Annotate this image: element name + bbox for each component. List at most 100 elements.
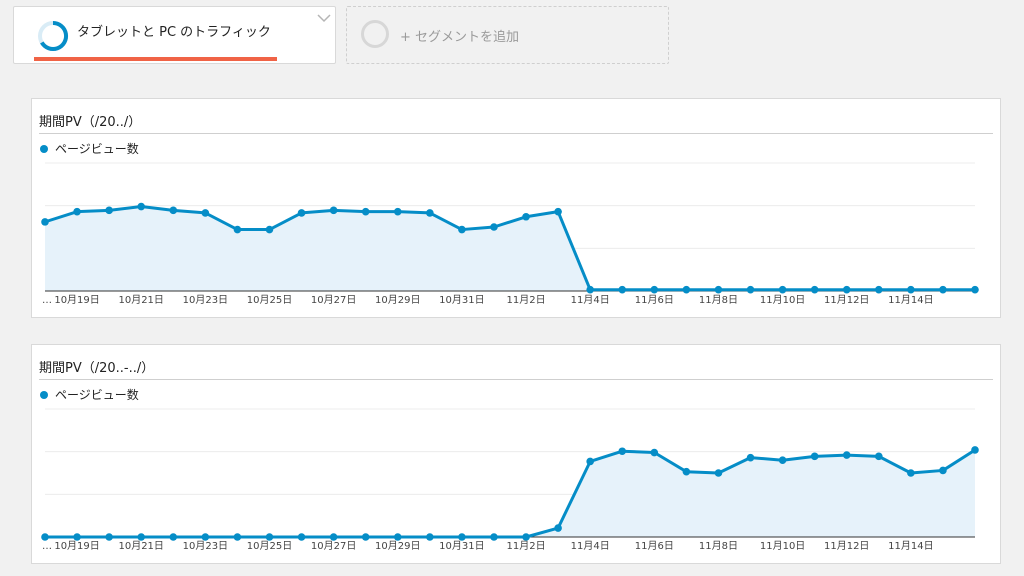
data-point (746, 285, 755, 294)
data-point (233, 225, 242, 234)
data-point (329, 533, 338, 541)
data-point (41, 218, 49, 226)
data-point (778, 456, 787, 464)
x-tick-label: 10月31日 (439, 294, 484, 306)
x-tick-label: 11月4日 (571, 294, 610, 306)
data-point (939, 466, 947, 475)
data-point (682, 467, 691, 476)
x-tick-label: 10月29日 (375, 540, 420, 552)
x-tick-label: 10月25日 (247, 294, 292, 306)
data-point (714, 285, 723, 294)
data-point (426, 209, 434, 217)
data-point (618, 285, 627, 294)
data-point (105, 533, 113, 541)
data-point (361, 533, 370, 541)
x-tick-label: 11月8日 (699, 294, 738, 306)
x-tick-label: 11月4日 (571, 540, 610, 552)
data-point (490, 533, 498, 541)
add-segment-label: + セグメントを追加 (400, 30, 520, 45)
x-tick-label: 11月14日 (888, 540, 933, 552)
pageview-chart-2[interactable]: … 10月19日 10月21日 10月23日 10月25日 10月27日 10月29日 10月… (32, 345, 1000, 563)
x-tick-label: 11月6日 (635, 540, 674, 552)
chart-panel-2: 期間PV（/20..-../） ページビュー数 … 10月19日 10月21日 10月… (31, 344, 1001, 564)
data-point (650, 285, 659, 294)
data-point (393, 533, 402, 541)
data-point (297, 209, 306, 217)
data-point (682, 285, 691, 294)
x-tick-label: 10月27日 (311, 540, 356, 552)
data-point (586, 457, 594, 466)
data-point (971, 446, 979, 454)
data-point (842, 285, 851, 294)
x-tick-label: 10月23日 (183, 294, 228, 306)
data-point (650, 448, 659, 457)
x-tick-label: 11月2日 (506, 540, 545, 552)
data-point (297, 533, 306, 541)
data-point (41, 533, 49, 541)
data-point (618, 447, 627, 456)
data-point (490, 223, 498, 231)
data-point (554, 524, 562, 532)
add-segment-ring-icon (361, 20, 389, 48)
data-point (971, 285, 979, 294)
x-tick-label: 11月12日 (824, 294, 869, 306)
x-tick-label: … (42, 295, 52, 306)
data-point (201, 209, 210, 217)
data-point (778, 285, 787, 294)
data-point (554, 207, 562, 216)
segment-color-bar (34, 57, 277, 61)
segment-label: タブレットと PC のトラフィック (77, 25, 271, 40)
x-tick-label: 11月6日 (635, 294, 674, 306)
x-tick-label: 10月25日 (247, 540, 292, 552)
data-point (874, 285, 883, 294)
data-point (810, 285, 819, 294)
segment-card[interactable]: タブレットと PC のトラフィック (13, 6, 336, 64)
x-tick-label: 10月19日 (54, 540, 99, 552)
data-point (907, 285, 915, 294)
series-area (45, 449, 975, 537)
x-tick-label: 11月14日 (888, 294, 933, 306)
data-point (73, 207, 81, 216)
data-point (105, 206, 113, 215)
data-point (522, 533, 530, 541)
x-tick-label: 10月21日 (118, 540, 163, 552)
data-point (426, 533, 434, 541)
data-point (907, 469, 915, 477)
x-tick-label: 11月10日 (760, 540, 805, 552)
add-segment-button[interactable]: + セグメントを追加 (346, 6, 669, 64)
data-point (874, 452, 883, 461)
data-point (169, 206, 178, 215)
data-point (233, 533, 242, 541)
x-tick-label: 10月19日 (54, 294, 99, 306)
x-tick-label: 10月29日 (375, 294, 420, 306)
pageview-chart-1[interactable]: … 10月19日 10月21日 10月23日 10月25日 10月27日 10月29日 10月… (32, 99, 1000, 317)
chevron-down-icon[interactable] (317, 13, 331, 23)
x-tick-label: 11月12日 (824, 540, 869, 552)
data-point (458, 533, 466, 541)
x-tick-label: … (42, 541, 52, 552)
data-point (522, 212, 530, 221)
data-point (810, 452, 819, 461)
data-point (746, 453, 755, 462)
x-tick-label: 11月8日 (699, 540, 738, 552)
data-point (265, 533, 274, 541)
data-point (393, 207, 402, 216)
data-point (842, 451, 851, 459)
x-tick-label: 10月31日 (439, 540, 484, 552)
data-point (73, 533, 81, 541)
chart-panel-1: 期間PV（/20../） ページビュー数 … 10月19日 10月21日 10月23日… (31, 98, 1001, 318)
data-point (137, 533, 146, 541)
data-point (586, 285, 594, 294)
data-point (201, 533, 210, 541)
data-point (361, 207, 370, 216)
x-tick-label: 10月23日 (183, 540, 228, 552)
x-tick-label: 11月10日 (760, 294, 805, 306)
data-point (939, 285, 947, 294)
x-tick-label: 10月21日 (118, 294, 163, 306)
data-point (329, 206, 338, 215)
data-point (137, 202, 146, 211)
data-point (265, 225, 274, 234)
segment-ring-icon (38, 20, 69, 51)
x-tick-label: 10月27日 (311, 294, 356, 306)
data-point (458, 225, 466, 234)
